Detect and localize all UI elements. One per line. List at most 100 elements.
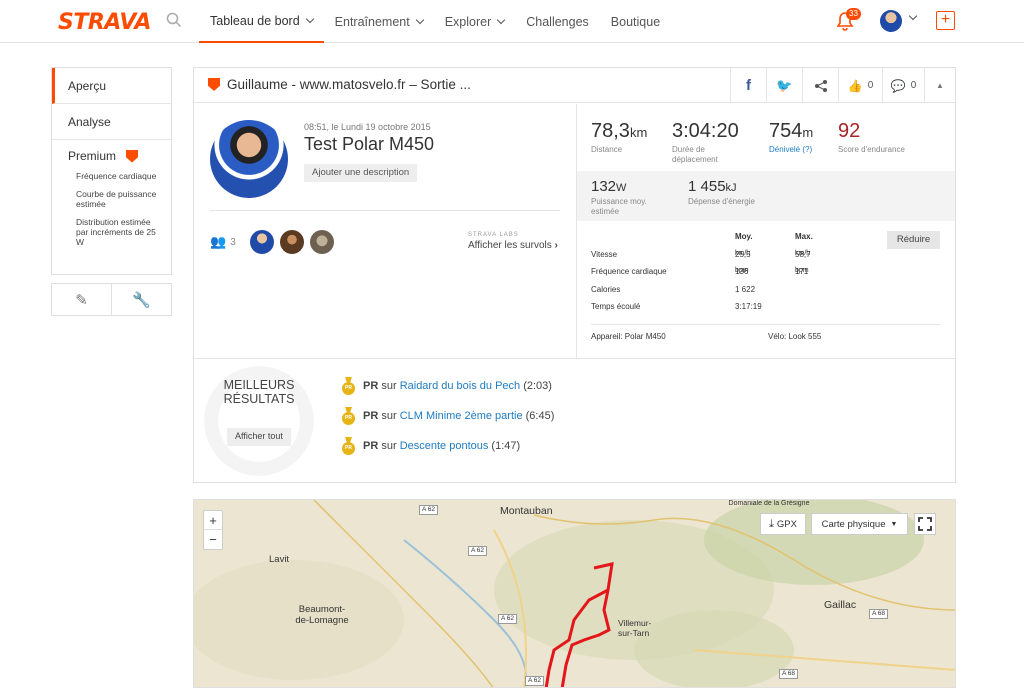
road-label: A 62 [419, 505, 439, 515]
athlete-avatar-1[interactable] [250, 230, 274, 254]
table-row: Fréquence cardiaque 136 bpm 171 bpm [591, 267, 809, 276]
upload-plus-button[interactable]: + [936, 11, 955, 30]
road-label: A 62 [525, 676, 545, 686]
stat-elevation: 754m Dénivelé (?) [769, 120, 814, 154]
zoom-in-button[interactable]: + [204, 511, 222, 530]
table-row: Calories 1 622 [591, 285, 756, 294]
best-results-title: MEILLEURS RÉSULTATS [223, 378, 295, 406]
activity-tools: ✎ 🔧 [51, 283, 172, 316]
pr-item: PR sur Raidard du bois du Pech (2:03) [342, 377, 552, 395]
pr-medal-icon [342, 437, 355, 455]
athlete-avatar-3[interactable] [310, 230, 334, 254]
pr-medal-icon [342, 407, 355, 425]
twitter-share-button[interactable]: 🐦 [766, 68, 802, 103]
premium-shield-icon [126, 149, 139, 163]
chevron-right-icon: › [554, 240, 558, 251]
activity-sidebar: Aperçu Analyse Premium Fréquence cardiaq… [51, 67, 172, 275]
share-button[interactable] [802, 68, 838, 103]
athletes-count[interactable]: 👥 3 [210, 234, 236, 250]
map-place: Domaniale de la Grésigne [728, 500, 810, 507]
route-map[interactable]: + − ⤓ GPX Carte physique ▼ Montauban Lavit… [193, 499, 956, 688]
map-place: Montauban [500, 505, 553, 517]
kudos-button[interactable]: 👍 0 [838, 68, 882, 103]
chevron-down-icon[interactable] [908, 11, 918, 21]
road-label: A 68 [779, 669, 799, 679]
gpx-download-button[interactable]: ⤓ GPX [760, 513, 806, 535]
collapse-button[interactable]: ▲ [924, 68, 955, 103]
nav-challenges[interactable]: Challenges [515, 0, 600, 43]
road-label: A 62 [498, 614, 518, 624]
sidebar-item-analysis[interactable]: Analyse [52, 104, 171, 140]
map-place: Beaumont-de-Lomagne [295, 604, 349, 626]
zoom-controls: + − [203, 510, 223, 550]
download-icon: ⤓ [769, 517, 774, 530]
edit-pencil-icon[interactable]: ✎ [52, 284, 112, 315]
search-icon[interactable] [166, 12, 182, 28]
segment-link[interactable]: CLM Minime 2ème partie [400, 410, 523, 422]
sidebar-sub-power-curve[interactable]: Courbe de puissance estimée [52, 189, 171, 209]
segment-link[interactable]: Raidard du bois du Pech [400, 380, 520, 392]
show-all-button[interactable]: Afficher tout [227, 428, 291, 446]
activity-header: Guillaume - www.matosvelo.fr – Sortie ..… [194, 68, 955, 103]
activity-title: Test Polar M450 [304, 134, 435, 154]
map-place: Gaillac [824, 599, 857, 611]
nav-explore[interactable]: Explorer [434, 0, 516, 43]
comment-icon: 💬 [890, 78, 906, 93]
comments-button[interactable]: 💬 0 [882, 68, 924, 103]
nav-dashboard[interactable]: Tableau de bord [199, 0, 324, 43]
divider [194, 358, 955, 359]
group-icon: 👥 [210, 234, 227, 249]
share-icon [814, 79, 827, 92]
road-label: A 62 [468, 546, 488, 556]
athlete-avatar[interactable] [210, 120, 288, 198]
divider [576, 104, 577, 358]
stat-avg-power: 132W Puissance moy. estimée [591, 178, 647, 216]
strava-logo[interactable]: STRAVA [58, 10, 151, 35]
activity-card: Guillaume - www.matosvelo.fr – Sortie ..… [193, 67, 956, 483]
facebook-share-button[interactable]: f [730, 68, 766, 103]
user-avatar[interactable] [880, 10, 902, 32]
pr-item: PR sur CLM Minime 2ème partie (6:45) [342, 407, 554, 425]
caret-down-icon: ▼ [890, 520, 898, 528]
sidebar-sub-heart-rate[interactable]: Fréquence cardiaque [52, 171, 171, 181]
strava-labs-label: STRAVA LABS [468, 232, 519, 238]
chevron-down-icon [415, 15, 424, 25]
zoom-out-button[interactable]: − [204, 530, 222, 549]
map-place: Lavit [269, 554, 290, 565]
segment-link[interactable]: Descente pontous [400, 440, 489, 452]
road-label: A 68 [869, 609, 889, 619]
thumbs-up-icon: 👍 [847, 78, 863, 93]
notification-badge: 33 [846, 8, 861, 20]
nav-shop[interactable]: Boutique [600, 0, 671, 43]
chevron-down-icon [497, 15, 506, 25]
divider [591, 324, 940, 325]
device-row: Appareil: Polar M450 Vélo: Look 555 [591, 332, 822, 341]
sidebar-item-overview[interactable]: Aperçu [52, 68, 171, 104]
pr-item: PR sur Descente pontous (1:47) [342, 437, 520, 455]
activity-heading: Guillaume - www.matosvelo.fr – Sortie ..… [227, 77, 471, 92]
pr-medal-icon [342, 377, 355, 395]
fullscreen-icon [918, 517, 932, 531]
chevron-down-icon [305, 14, 314, 24]
flyby-link[interactable]: Afficher les survols › [468, 240, 558, 251]
table-row: Temps écoulé 3:17:19 [591, 302, 762, 311]
caret-up-icon: ▲ [936, 81, 944, 90]
stat-distance: 78,3km Distance [591, 120, 648, 154]
map-place: Villemur-sur-Tarn [618, 618, 652, 638]
activity-date: 08:51, le Lundi 19 octobre 2015 [304, 122, 431, 132]
main-nav: Tableau de bord Entraînement Explorer Ch… [199, 0, 671, 43]
ride-shield-icon [208, 78, 220, 91]
sidebar-item-premium[interactable]: Premium [52, 140, 171, 163]
map-type-select[interactable]: Carte physique ▼ [811, 513, 908, 535]
nav-training[interactable]: Entraînement [324, 0, 434, 43]
sidebar-sub-power-distribution[interactable]: Distribution estimée par incréments de 2… [52, 217, 171, 247]
top-navbar: STRAVA Tableau de bord Entraînement Expl… [0, 0, 1024, 43]
athlete-avatar-2[interactable] [280, 230, 304, 254]
add-description-button[interactable]: Ajouter une description [304, 164, 418, 182]
wrench-icon[interactable]: 🔧 [112, 284, 171, 315]
table-row: Vitesse 25,5 km/h 58,7 km/h [591, 250, 811, 259]
stat-energy: 1 455kJ Dépense d'énergie [688, 178, 755, 206]
fullscreen-button[interactable] [914, 513, 936, 535]
stat-suffer-score: 92 Score d'endurance [838, 120, 905, 154]
table-header: Moy. Max. [735, 232, 813, 241]
